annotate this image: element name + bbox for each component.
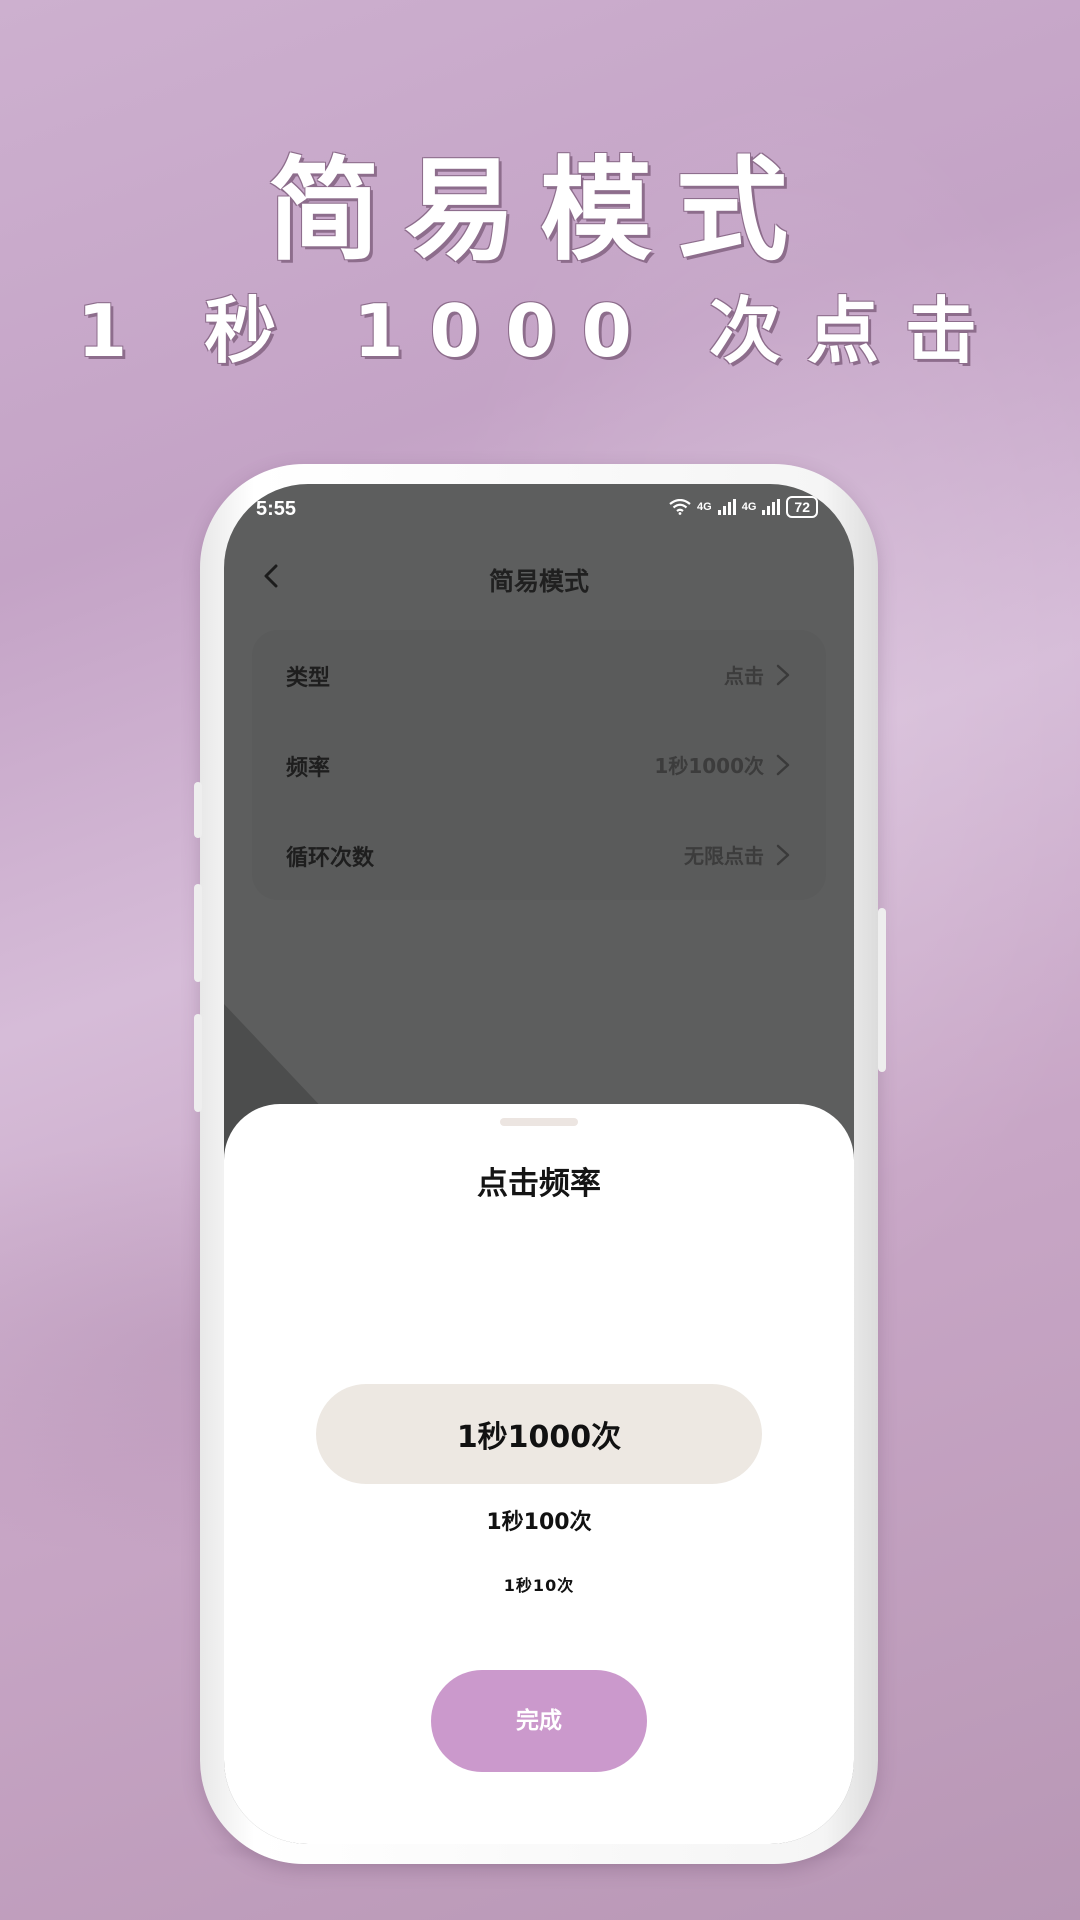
picker-option[interactable]: 1秒10次 <box>224 1572 854 1596</box>
setting-row-type[interactable]: 类型 点击 <box>252 630 826 720</box>
phone-side-button <box>194 1014 202 1112</box>
done-button[interactable]: 完成 <box>431 1670 647 1772</box>
chevron-right-icon <box>776 844 790 866</box>
setting-row-frequency[interactable]: 频率 1秒1000次 <box>252 720 826 810</box>
setting-label: 频率 <box>286 756 331 781</box>
status-time: 5:55 <box>256 498 297 520</box>
page-title: 简易模式 <box>488 567 589 596</box>
chevron-right-icon <box>776 664 790 686</box>
setting-label: 类型 <box>286 666 331 691</box>
setting-value: 无限点击 <box>684 844 764 868</box>
phone-screen: 5:55 4G 4G 72 简易模式 类型 点击 频率 1秒1000次 循环次数… <box>224 484 854 1844</box>
signal-icon <box>762 499 781 515</box>
picker-option-selected[interactable]: 1秒1000次 <box>224 1412 854 1456</box>
setting-row-loop-count[interactable]: 循环次数 无限点击 <box>252 810 826 900</box>
status-icons: 4G 4G 72 <box>669 496 818 518</box>
hero-title: 简易模式 <box>268 146 812 276</box>
network-label: 4G <box>741 501 757 513</box>
sheet-drag-handle[interactable] <box>500 1118 578 1126</box>
navigation-bar: 简易模式 <box>224 544 854 604</box>
phone-side-button <box>194 884 202 982</box>
wifi-icon <box>669 499 691 515</box>
picker-option[interactable]: 1秒100次 <box>224 1504 854 1536</box>
network-label: 4G <box>697 501 712 513</box>
status-bar: 5:55 4G 4G 72 <box>224 484 854 524</box>
chevron-right-icon <box>776 754 790 776</box>
frequency-bottom-sheet: 点击频率 1秒1000次 1秒100次 1秒10次 完成 <box>224 1104 854 1844</box>
setting-value: 1秒1000次 <box>654 754 764 778</box>
phone-side-button <box>194 782 202 838</box>
setting-value: 点击 <box>724 664 764 688</box>
battery-icon: 72 <box>786 496 818 518</box>
phone-side-button <box>878 908 886 1072</box>
settings-card: 类型 点击 频率 1秒1000次 循环次数 无限点击 <box>252 630 826 900</box>
signal-icon <box>717 499 736 515</box>
setting-label: 循环次数 <box>286 846 375 871</box>
hero-subtitle: 1 秒 1000 次点击 <box>77 289 1003 373</box>
sheet-title: 点击频率 <box>477 1166 601 1202</box>
